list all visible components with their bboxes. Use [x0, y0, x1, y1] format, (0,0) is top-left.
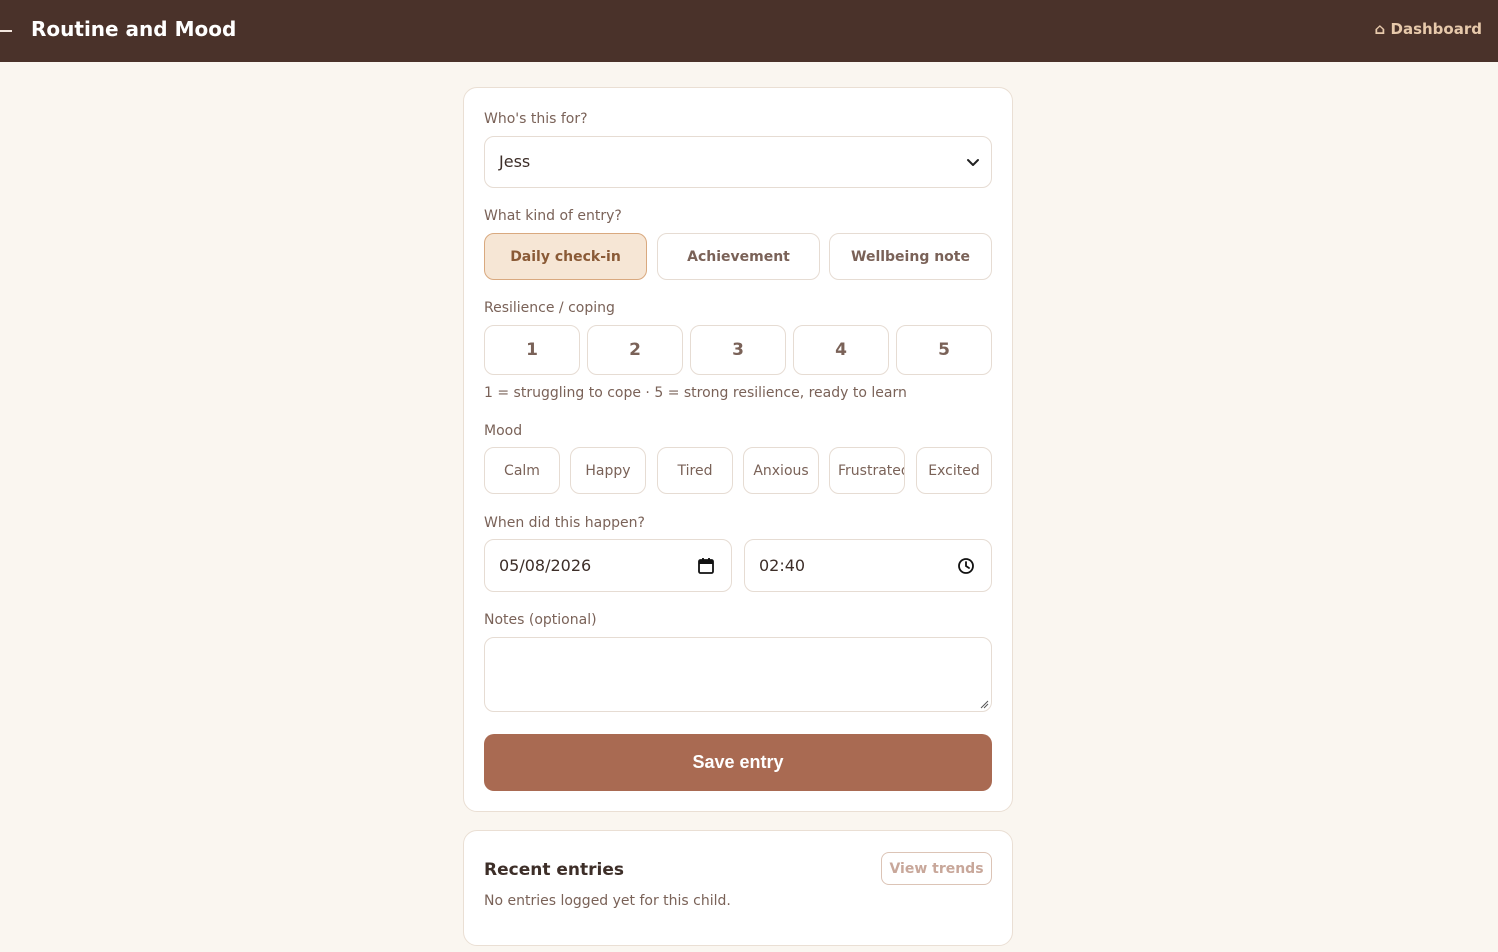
- recent-entries-title: Recent entries: [484, 860, 624, 880]
- child-select[interactable]: Jess: [484, 136, 992, 188]
- resilience-option-5[interactable]: 5: [896, 325, 992, 375]
- top-bar: Routine and Mood ⌂ Dashboard: [0, 0, 1498, 62]
- entry-type-achievement[interactable]: Achievement: [657, 233, 820, 280]
- resize-grip-icon[interactable]: [979, 699, 989, 709]
- mood-excited[interactable]: Excited: [916, 447, 992, 494]
- date-input[interactable]: 05/08/2026: [484, 539, 732, 592]
- who-label: Who's this for?: [484, 111, 588, 127]
- when-label: When did this happen?: [484, 515, 645, 531]
- resilience-hint: 1 = struggling to cope · 5 = strong resi…: [484, 385, 907, 401]
- resilience-label: Resilience / coping: [484, 300, 615, 316]
- entry-form-card: Who's this for? Jess What kind of entry?…: [463, 87, 1013, 812]
- entry-type-daily-check-in[interactable]: Daily check-in: [484, 233, 647, 280]
- time-input[interactable]: 02:40: [744, 539, 992, 592]
- mood-happy[interactable]: Happy: [570, 447, 646, 494]
- app-title: Routine and Mood: [31, 17, 237, 41]
- recent-entries-card: Recent entries View trends No entries lo…: [463, 830, 1013, 946]
- date-value: 05/08/2026: [499, 556, 592, 575]
- resilience-option-4[interactable]: 4: [793, 325, 889, 375]
- child-select-value: Jess: [499, 152, 531, 171]
- notes-textarea[interactable]: [484, 637, 992, 712]
- mood-anxious[interactable]: Anxious: [743, 447, 819, 494]
- resilience-option-2[interactable]: 2: [587, 325, 683, 375]
- entry-type-label: What kind of entry?: [484, 208, 622, 224]
- time-value: 02:40: [759, 556, 806, 575]
- recent-entries-empty-text: No entries logged yet for this child.: [484, 893, 731, 909]
- mood-frustrated[interactable]: Frustrated: [829, 447, 905, 494]
- mood-calm[interactable]: Calm: [484, 447, 560, 494]
- view-trends-button[interactable]: View trends: [881, 852, 992, 885]
- save-entry-button[interactable]: Save entry: [484, 734, 992, 791]
- dashboard-link[interactable]: ⌂ Dashboard: [1375, 19, 1482, 39]
- resilience-option-1[interactable]: 1: [484, 325, 580, 375]
- entry-type-wellbeing-note[interactable]: Wellbeing note: [829, 233, 992, 280]
- mood-label: Mood: [484, 423, 523, 439]
- chevron-down-icon: [967, 159, 979, 166]
- calendar-icon[interactable]: [697, 557, 715, 575]
- mood-tired[interactable]: Tired: [657, 447, 733, 494]
- resilience-option-3[interactable]: 3: [690, 325, 786, 375]
- clock-icon[interactable]: [957, 557, 975, 575]
- menu-icon[interactable]: [0, 30, 12, 32]
- notes-label: Notes (optional): [484, 612, 597, 628]
